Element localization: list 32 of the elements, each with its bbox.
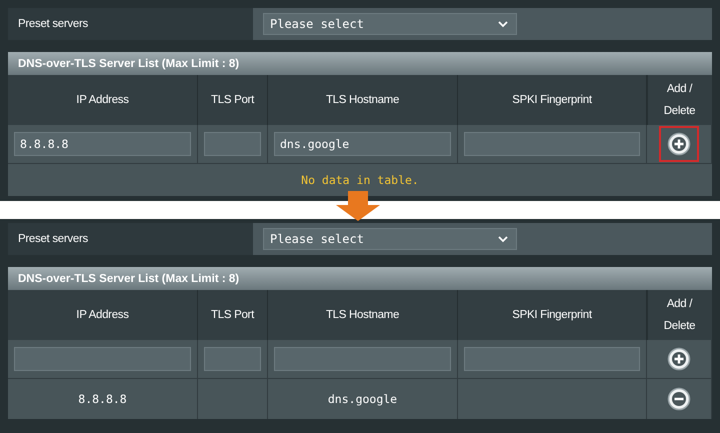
ip-input[interactable] xyxy=(14,347,191,371)
ip-cell: 8.8.8.8 xyxy=(8,379,198,419)
ip-input[interactable]: 8.8.8.8 xyxy=(14,132,191,156)
list-title: DNS-over-TLS Server List (Max Limit : 8) xyxy=(8,52,712,75)
column-header: TLS Hostname xyxy=(268,290,458,340)
preset-select[interactable]: Please select xyxy=(263,13,517,35)
column-header: SPKI Fingerprint xyxy=(458,290,647,340)
column-header: Add / Delete xyxy=(648,290,712,340)
fingerprint-input[interactable] xyxy=(464,132,640,156)
chevron-icon xyxy=(498,236,508,242)
port-input[interactable] xyxy=(204,347,261,371)
column-header: TLS Hostname xyxy=(268,75,458,125)
hostname-input[interactable]: dns.google xyxy=(274,132,451,156)
empty-message: No data in table. xyxy=(301,173,419,187)
down-arrow-icon xyxy=(336,191,380,221)
hostname-input[interactable] xyxy=(274,347,451,371)
column-header: Add / Delete xyxy=(648,75,712,125)
column-header: TLS Port xyxy=(198,290,268,340)
preset-label: Preset servers xyxy=(8,223,253,255)
hostname-cell: dns.google xyxy=(268,379,458,419)
delete-button[interactable] xyxy=(667,387,691,411)
list-title: DNS-over-TLS Server List (Max Limit : 8) xyxy=(8,267,712,290)
column-header: TLS Port xyxy=(198,75,268,125)
column-header: SPKI Fingerprint xyxy=(458,75,647,125)
column-header: IP Address xyxy=(8,290,198,340)
port-input[interactable] xyxy=(204,132,261,156)
add-button[interactable] xyxy=(659,126,699,162)
chevron-icon xyxy=(498,20,508,28)
preset-label: Preset servers xyxy=(8,8,253,40)
preset-select[interactable]: Please select xyxy=(263,228,517,250)
fingerprint-input[interactable] xyxy=(464,347,640,371)
column-header: IP Address xyxy=(8,75,198,125)
